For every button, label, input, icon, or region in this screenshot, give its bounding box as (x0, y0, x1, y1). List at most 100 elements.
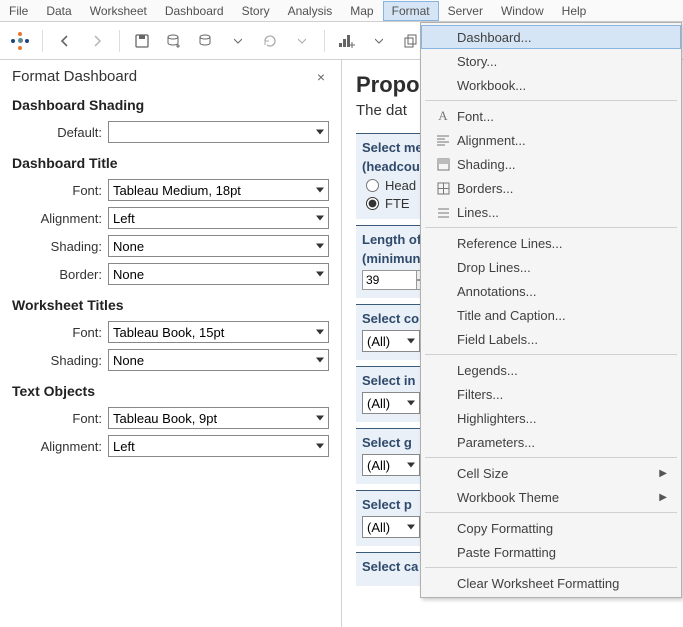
refresh-icon[interactable] (256, 27, 284, 55)
menu-item-label: Borders... (457, 181, 667, 196)
menu-item-label: Workbook Theme (457, 490, 659, 505)
wt-shade-dropdown[interactable]: None (108, 349, 329, 371)
menu-analysis[interactable]: Analysis (279, 1, 342, 21)
format-menu-item[interactable]: Clear Worksheet Formatting (421, 571, 681, 595)
format-menu-item[interactable]: AFont... (421, 104, 681, 128)
format-menu-item[interactable]: Paste Formatting (421, 540, 681, 564)
panel-title: Format Dashboard (12, 68, 137, 85)
wt-font-dropdown[interactable]: Tableau Book, 15pt (108, 321, 329, 343)
new-data-icon[interactable] (160, 27, 188, 55)
A-icon: A (421, 108, 457, 124)
lines-icon (421, 206, 457, 218)
to-font-label: Font: (12, 411, 108, 426)
menu-window[interactable]: Window (492, 1, 553, 21)
format-panel: Format Dashboard × Dashboard Shading Def… (0, 60, 342, 627)
dropdown-caret-icon[interactable] (224, 27, 252, 55)
format-menu-item[interactable]: Borders... (421, 176, 681, 200)
menu-dashboard[interactable]: Dashboard (156, 1, 233, 21)
menu-item-label: Highlighters... (457, 411, 667, 426)
format-menu-item[interactable]: Field Labels... (421, 327, 681, 351)
save-icon[interactable] (128, 27, 156, 55)
menu-item-label: Reference Lines... (457, 236, 667, 251)
dropdown3-caret-icon[interactable] (365, 27, 393, 55)
new-worksheet-icon[interactable] (192, 27, 220, 55)
grid-icon (421, 182, 457, 195)
menu-item-label: Story... (457, 54, 667, 69)
dt-align-dropdown[interactable]: Left (108, 207, 329, 229)
submenu-arrow-icon: ▶ (659, 492, 667, 503)
to-align-dropdown[interactable]: Left (108, 435, 329, 457)
new-sheet-icon[interactable] (333, 27, 361, 55)
default-label: Default: (12, 125, 108, 140)
dt-font-dropdown[interactable]: Tableau Medium, 18pt (108, 179, 329, 201)
menu-item-label: Alignment... (457, 133, 667, 148)
format-menu-item[interactable]: Lines... (421, 200, 681, 224)
menu-item-label: Font... (457, 109, 667, 124)
menu-story[interactable]: Story (233, 1, 279, 21)
dt-align-label: Alignment: (12, 211, 108, 226)
tableau-logo-icon[interactable] (6, 27, 34, 55)
section-dashboard-title: Dashboard Title (12, 155, 329, 171)
to-font-dropdown[interactable]: Tableau Book, 9pt (108, 407, 329, 429)
select-p-combo[interactable]: (All) (362, 516, 420, 538)
length-input[interactable] (362, 270, 416, 290)
menu-item-label: Paste Formatting (457, 545, 667, 560)
format-menu-item[interactable]: Title and Caption... (421, 303, 681, 327)
menu-format[interactable]: Format (383, 1, 439, 21)
dt-border-dropdown[interactable]: None (108, 263, 329, 285)
align-icon (421, 134, 457, 146)
format-menu-item[interactable]: Parameters... (421, 430, 681, 454)
format-menu-item[interactable]: Legends... (421, 358, 681, 382)
menubar: File Data Worksheet Dashboard Story Anal… (0, 0, 683, 22)
format-menu-item[interactable]: Workbook Theme▶ (421, 485, 681, 509)
menu-item-label: Clear Worksheet Formatting (457, 576, 667, 591)
format-menu-item[interactable]: Cell Size▶ (421, 461, 681, 485)
format-menu-item[interactable]: Story... (421, 49, 681, 73)
select-c-combo[interactable]: (All) (362, 330, 420, 352)
format-menu-item[interactable]: Reference Lines... (421, 231, 681, 255)
menu-server[interactable]: Server (439, 1, 492, 21)
close-icon[interactable]: × (313, 69, 329, 85)
menu-item-label: Lines... (457, 205, 667, 220)
format-menu-item[interactable]: Highlighters... (421, 406, 681, 430)
menu-item-label: Parameters... (457, 435, 667, 450)
menu-help[interactable]: Help (553, 1, 596, 21)
menu-item-label: Filters... (457, 387, 667, 402)
wt-font-label: Font: (12, 325, 108, 340)
menu-item-label: Annotations... (457, 284, 667, 299)
menu-item-label: Drop Lines... (457, 260, 667, 275)
format-menu-item[interactable]: Shading... (421, 152, 681, 176)
menu-item-label: Dashboard... (457, 30, 667, 45)
to-align-label: Alignment: (12, 439, 108, 454)
format-menu-item[interactable]: Alignment... (421, 128, 681, 152)
format-menu-item[interactable]: Drop Lines... (421, 255, 681, 279)
forward-icon[interactable] (83, 27, 111, 55)
select-g-combo[interactable]: (All) (362, 454, 420, 476)
format-menu-item[interactable]: Filters... (421, 382, 681, 406)
menu-map[interactable]: Map (341, 1, 382, 21)
menu-item-label: Cell Size (457, 466, 659, 481)
wt-shade-label: Shading: (12, 353, 108, 368)
format-menu-item[interactable]: Workbook... (421, 73, 681, 97)
format-menu-item[interactable]: Copy Formatting (421, 516, 681, 540)
format-menu-item[interactable]: Annotations... (421, 279, 681, 303)
dt-font-label: Font: (12, 183, 108, 198)
format-menu-item[interactable]: Dashboard... (421, 25, 681, 49)
dt-border-label: Border: (12, 267, 108, 282)
menu-file[interactable]: File (0, 1, 37, 21)
section-text-objects: Text Objects (12, 383, 329, 399)
select-i-combo[interactable]: (All) (362, 392, 420, 414)
menu-item-label: Field Labels... (457, 332, 667, 347)
menu-item-label: Legends... (457, 363, 667, 378)
dt-shade-dropdown[interactable]: None (108, 235, 329, 257)
menu-item-label: Workbook... (457, 78, 667, 93)
back-icon[interactable] (51, 27, 79, 55)
format-dropdown: Dashboard...Story...Workbook...AFont...A… (420, 22, 682, 598)
dt-shade-label: Shading: (12, 239, 108, 254)
menu-worksheet[interactable]: Worksheet (81, 1, 156, 21)
dropdown2-caret-icon[interactable] (288, 27, 316, 55)
menu-data[interactable]: Data (37, 1, 80, 21)
menu-item-label: Title and Caption... (457, 308, 667, 323)
default-shading-dropdown[interactable] (108, 121, 329, 143)
submenu-arrow-icon: ▶ (659, 468, 667, 479)
